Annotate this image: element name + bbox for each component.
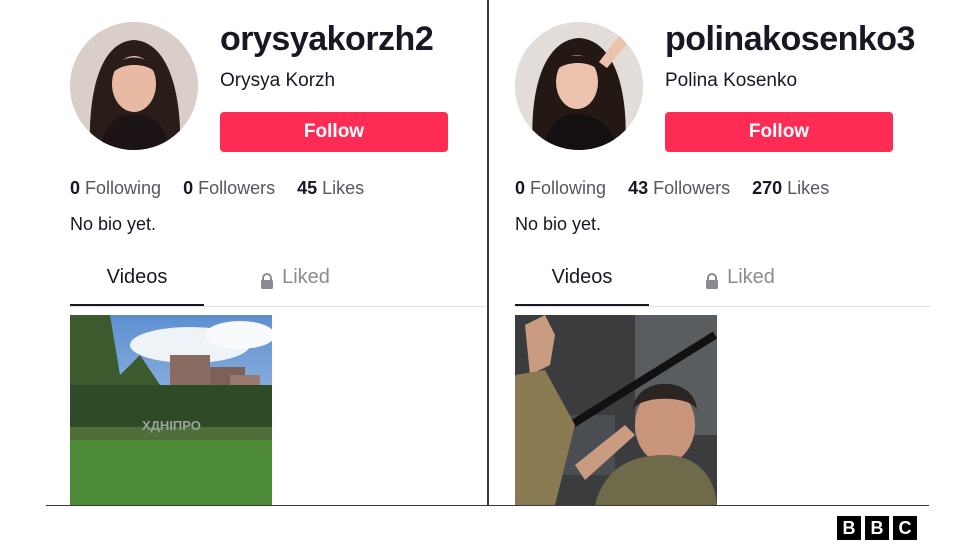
username: polinakosenko3	[665, 20, 915, 58]
profile-stats: 0 Following 0 Followers 45 Likes	[70, 178, 386, 199]
likes-label: Likes	[787, 178, 830, 198]
tab-videos-label: Videos	[106, 266, 168, 288]
profile-stats: 0 Following 43 Followers 270 Likes	[515, 178, 851, 199]
tab-videos-label: Videos	[551, 266, 613, 288]
followers-label: Followers	[653, 178, 731, 198]
video-thumbnail[interactable]: ХДНІПРО	[70, 315, 272, 505]
display-name: Orysya Korzh	[220, 70, 336, 91]
following-count: 0	[70, 178, 81, 198]
following-label: Following	[530, 178, 607, 198]
tab-videos[interactable]: Videos	[70, 266, 204, 306]
horizontal-divider	[46, 505, 929, 506]
bio: No bio yet.	[515, 214, 602, 234]
tab-liked[interactable]: Liked	[685, 266, 795, 304]
tab-liked-label: Liked	[727, 266, 775, 288]
followers-count: 43	[628, 178, 649, 198]
bbc-letter-b1: B	[837, 516, 861, 540]
video-thumbnail[interactable]	[515, 315, 717, 505]
username: orysyakorzh2	[220, 20, 434, 58]
profile-panel-right: polinakosenko3 Polina Kosenko Follow 0 Fo…	[515, 0, 945, 505]
vertical-divider	[487, 0, 489, 505]
followers-label: Followers	[198, 178, 276, 198]
following-label: Following	[85, 178, 162, 198]
bbc-logo: B B C	[837, 516, 917, 540]
display-name: Polina Kosenko	[665, 70, 798, 91]
stat-likes: 270 Likes	[752, 178, 829, 199]
likes-count: 45	[297, 178, 318, 198]
stat-following[interactable]: 0 Following	[70, 178, 161, 199]
bio: No bio yet.	[70, 214, 157, 234]
stat-followers[interactable]: 0 Followers	[183, 178, 275, 199]
bbc-letter-c: C	[893, 516, 917, 540]
profile-tabs: Videos Liked	[515, 266, 931, 307]
followers-count: 0	[183, 178, 194, 198]
bbc-letter-b2: B	[865, 516, 889, 540]
follow-button[interactable]: Follow	[665, 112, 893, 152]
tab-videos[interactable]: Videos	[515, 266, 649, 306]
tab-liked[interactable]: Liked	[240, 266, 350, 304]
stat-likes: 45 Likes	[297, 178, 364, 199]
profile-panel-left: orysyakorzh2 Orysya Korzh Follow 0 Follow…	[70, 0, 500, 505]
profile-tabs: Videos Liked	[70, 266, 486, 307]
likes-label: Likes	[322, 178, 365, 198]
lock-icon	[705, 272, 719, 295]
video-overlay-text: ХДНІПРО	[142, 418, 201, 433]
lock-icon	[260, 272, 274, 295]
avatar[interactable]	[70, 22, 198, 150]
likes-count: 270	[752, 178, 783, 198]
avatar[interactable]	[515, 22, 643, 150]
stat-followers[interactable]: 43 Followers	[628, 178, 730, 199]
tab-liked-label: Liked	[282, 266, 330, 288]
stat-following[interactable]: 0 Following	[515, 178, 606, 199]
following-count: 0	[515, 178, 526, 198]
follow-button[interactable]: Follow	[220, 112, 448, 152]
